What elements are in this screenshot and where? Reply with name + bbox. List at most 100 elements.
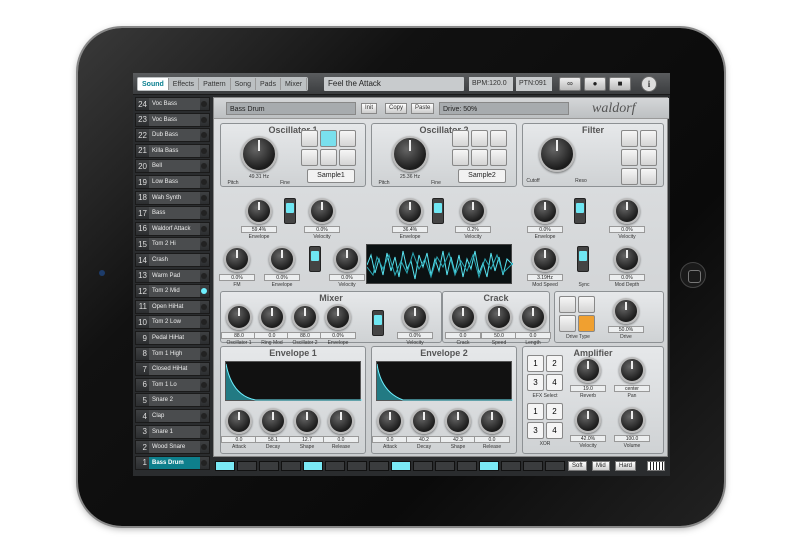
sequencer-step[interactable] xyxy=(413,461,433,471)
osc1-envelope-knob[interactable] xyxy=(246,198,272,224)
track-row[interactable]: 6 Tom 1 Lo xyxy=(135,377,210,392)
crack-knob[interactable] xyxy=(486,304,512,330)
track-row[interactable]: 9 Pedal HiHat xyxy=(135,331,210,345)
velocity-hard-button[interactable]: Hard xyxy=(615,461,637,471)
drive-knob[interactable] xyxy=(613,298,639,324)
fm-mod-switch[interactable] xyxy=(309,246,321,272)
sequencer-step[interactable] xyxy=(325,461,345,471)
mixer-switch[interactable] xyxy=(372,310,384,336)
osc1-wave-noise-icon[interactable] xyxy=(320,149,337,166)
osc1-wave-tri-icon[interactable] xyxy=(301,130,318,147)
track-row[interactable]: 7 Closed HiHat xyxy=(135,362,210,377)
mod-speed-knob[interactable] xyxy=(532,246,558,272)
loop-button[interactable]: ∞ xyxy=(559,77,581,91)
fm-knob[interactable] xyxy=(224,246,250,272)
track-row[interactable]: 11 Open HiHat xyxy=(135,299,210,314)
filter-envelope-knob[interactable] xyxy=(532,198,558,224)
osc2-wave-noise-icon[interactable] xyxy=(471,149,488,166)
sequencer-step[interactable] xyxy=(523,461,543,471)
sequencer-step[interactable] xyxy=(303,461,323,471)
track-row[interactable]: 21 Killa Bass xyxy=(135,143,210,158)
fm-velocity-knob[interactable] xyxy=(334,246,360,272)
track-row[interactable]: 1 Bass Drum xyxy=(135,455,210,470)
velocity-soft-button[interactable]: Soft xyxy=(568,461,587,471)
osc1-wave-saw-icon[interactable] xyxy=(301,149,318,166)
track-row[interactable]: 23 Voc Bass xyxy=(135,112,210,127)
env1-knob[interactable] xyxy=(260,408,286,434)
osc1-velocity-knob[interactable] xyxy=(309,198,335,224)
mod-depth-knob[interactable] xyxy=(614,246,640,272)
osc1-wave-square-icon[interactable] xyxy=(339,130,356,147)
track-row[interactable]: 4 Clap xyxy=(135,409,210,423)
env2-knob[interactable] xyxy=(479,408,505,434)
osc2-mod-switch[interactable] xyxy=(432,198,444,224)
keyboard-icon[interactable] xyxy=(647,461,665,471)
osc2-envelope-knob[interactable] xyxy=(397,198,423,224)
efx-2-button[interactable]: 2 xyxy=(546,355,563,372)
drive-type-4-icon[interactable] xyxy=(578,315,595,332)
track-row[interactable]: 2 Wood Snare xyxy=(135,440,210,455)
env1-knob[interactable] xyxy=(226,408,252,434)
sequencer-step[interactable] xyxy=(215,461,235,471)
efx-4-button[interactable]: 4 xyxy=(546,374,563,391)
drive-type-1-icon[interactable] xyxy=(559,296,576,313)
filter-bp-icon[interactable] xyxy=(621,149,638,166)
fm-envelope-knob[interactable] xyxy=(269,246,295,272)
drive-type-3-icon[interactable] xyxy=(559,315,576,332)
track-row[interactable]: 22 Dub Bass xyxy=(135,128,210,143)
env1-knob[interactable] xyxy=(328,408,354,434)
osc1-sample-select[interactable]: Sample1 xyxy=(307,169,355,183)
sequencer-step[interactable] xyxy=(501,461,521,471)
sequencer-step[interactable] xyxy=(369,461,389,471)
drive-type-2-icon[interactable] xyxy=(578,296,595,313)
velocity-mid-button[interactable]: Mid xyxy=(592,461,610,471)
sequencer-step[interactable] xyxy=(237,461,257,471)
xor-3-button[interactable]: 3 xyxy=(527,422,544,439)
track-row[interactable]: 12 Tom 2 Mid xyxy=(135,284,210,299)
track-row[interactable]: 13 Warm Pad xyxy=(135,268,210,283)
osc2-pitch-knob[interactable] xyxy=(392,136,428,172)
tab-mixer[interactable]: Mixer xyxy=(281,78,308,90)
env2-knob[interactable] xyxy=(411,408,437,434)
osc2-wave-pulse-icon[interactable] xyxy=(490,149,507,166)
sequencer-step[interactable] xyxy=(457,461,477,471)
bpm-display[interactable]: BPM:120.0 xyxy=(469,77,513,91)
osc2-wave-saw-icon[interactable] xyxy=(452,149,469,166)
track-row[interactable]: 15 Tom 2 Hi xyxy=(135,237,210,252)
xor-2-button[interactable]: 2 xyxy=(546,403,563,420)
osc1-wave-sine-icon[interactable] xyxy=(320,130,337,147)
instrument-name[interactable]: Bass Drum xyxy=(226,102,356,115)
tab-effects[interactable]: Effects xyxy=(169,78,200,90)
filter-lp2-icon[interactable] xyxy=(621,168,638,185)
sequencer-step[interactable] xyxy=(479,461,499,471)
env2-knob[interactable] xyxy=(377,408,403,434)
filter-cutoff-knob[interactable] xyxy=(539,136,575,172)
env2-knob[interactable] xyxy=(445,408,471,434)
stop-button[interactable]: ■ xyxy=(609,77,631,91)
mixer-knob[interactable] xyxy=(292,304,318,330)
osc2-velocity-knob[interactable] xyxy=(460,198,486,224)
filter-mod-switch[interactable] xyxy=(574,198,586,224)
osc2-wave-tri-icon[interactable] xyxy=(452,130,469,147)
osc1-pitch-knob[interactable] xyxy=(241,136,277,172)
env1-knob[interactable] xyxy=(294,408,320,434)
osc2-wave-square-icon[interactable] xyxy=(490,130,507,147)
info-button[interactable]: i xyxy=(641,76,657,92)
record-button[interactable]: ● xyxy=(584,77,606,91)
home-button[interactable] xyxy=(680,262,706,288)
track-row[interactable]: 18 Wah Synth xyxy=(135,190,210,205)
filter-hp-icon[interactable] xyxy=(640,130,657,147)
osc2-sample-select[interactable]: Sample2 xyxy=(458,169,506,183)
tab-pads[interactable]: Pads xyxy=(256,78,281,90)
mixer-knob[interactable] xyxy=(259,304,285,330)
osc1-wave-pulse-icon[interactable] xyxy=(339,149,356,166)
mixer-knob[interactable] xyxy=(325,304,351,330)
pan-knob[interactable] xyxy=(619,357,645,383)
sequencer-step[interactable] xyxy=(435,461,455,471)
filter-velocity-knob[interactable] xyxy=(614,198,640,224)
xor-4-button[interactable]: 4 xyxy=(546,422,563,439)
copy-button[interactable]: Copy xyxy=(385,103,408,114)
paste-button[interactable]: Paste xyxy=(411,103,435,114)
efx-1-button[interactable]: 1 xyxy=(527,355,544,372)
mixer-knob[interactable] xyxy=(402,304,428,330)
